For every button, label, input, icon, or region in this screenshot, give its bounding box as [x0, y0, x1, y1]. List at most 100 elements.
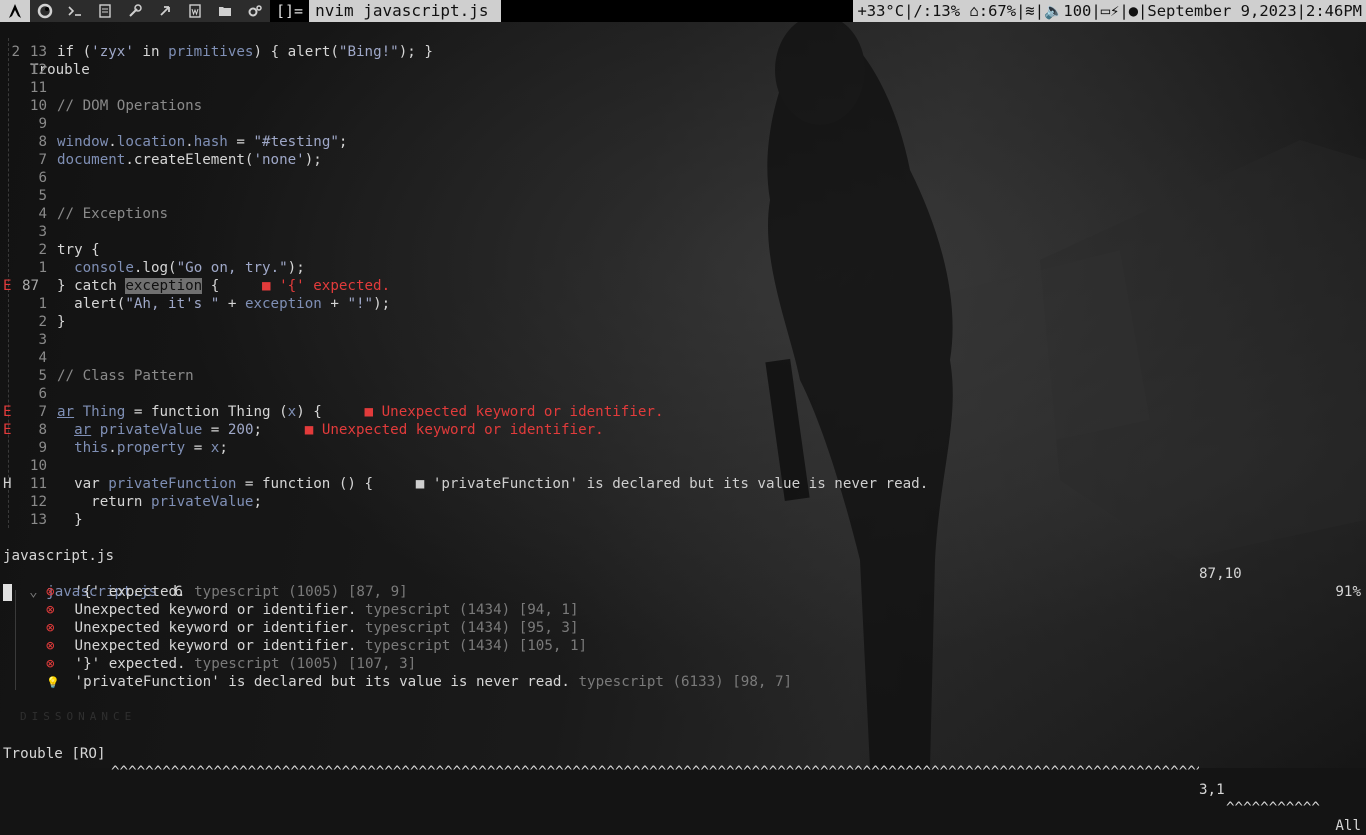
diagnostic-sign: E [3, 278, 12, 294]
code-text: if ('zyx' in primitives) { alert("Bing!"… [57, 44, 433, 60]
code-line[interactable]: 3 [0, 223, 1366, 241]
code-line[interactable]: 1 alert("Ah, it's " + exception + "!"); [0, 295, 1366, 313]
trouble-message: Unexpected keyword or identifier. [66, 620, 365, 636]
layout-indicator[interactable]: []= [270, 2, 309, 20]
code-text: // DOM Operations [57, 98, 203, 114]
trouble-item[interactable]: ⊗ '{' expected. typescript (1005) [87, 9… [46, 583, 408, 601]
top-bar: []= nvim javascript.js +33°C|/:13% ⌂:67%… [0, 0, 1366, 22]
error-icon: ⊗ [46, 620, 55, 636]
trouble-message: '{' expected. [66, 584, 195, 600]
line-number: 87 [22, 278, 40, 294]
code-line[interactable]: 9 this.property = x; [0, 439, 1366, 457]
trouble-item[interactable]: ⊗ Unexpected keyword or identifier. type… [46, 637, 587, 655]
code-text: } [57, 314, 66, 330]
code-line[interactable]: 5 // Class Pattern [0, 367, 1366, 385]
trouble-status-fill2: ^^^^^^^^^^^ [1226, 800, 1320, 816]
trouble-source: typescript (1005) [87, 9] [194, 584, 408, 600]
trouble-item[interactable]: 💡 'privateFunction' is declared but its … [46, 673, 792, 691]
workspace-button-3[interactable] [60, 0, 90, 22]
code-line[interactable]: 10 // DOM Operations [0, 97, 1366, 115]
line-number: 13 [29, 512, 47, 528]
code-line[interactable]: E 7 ar Thing = function Thing (x) { ■ Unex… [0, 403, 1366, 421]
workspace-button-5[interactable] [120, 0, 150, 22]
code-text: return privateValue; [57, 494, 263, 510]
workspace-list [0, 0, 270, 22]
code-line[interactable]: 2} [0, 313, 1366, 331]
trouble-message: 'privateFunction' is declared but its va… [66, 674, 579, 690]
code-icon [157, 3, 173, 19]
code-line[interactable]: 11 [0, 79, 1366, 97]
code-line[interactable]: 4 [0, 349, 1366, 367]
trouble-source: typescript (1005) [107, 3] [194, 656, 417, 672]
code-text: try { [57, 242, 100, 258]
code-line[interactable]: 1 console.log("Go on, try."); [0, 259, 1366, 277]
code-text: window.location.hash = "#testing"; [57, 134, 348, 150]
code-line[interactable]: H 11 var privateFunction = function () { … [0, 475, 1366, 493]
tools-icon [127, 3, 143, 19]
line-number: 8 [38, 134, 47, 150]
code-line[interactable]: 4 // Exceptions [0, 205, 1366, 223]
folder-icon [217, 3, 233, 19]
code-text: // Exceptions [57, 206, 169, 222]
code-line[interactable]: E 87} catch exception { ■ '{' expected. [0, 277, 1366, 295]
gears-icon [247, 3, 263, 19]
code-line[interactable]: 12 return privateValue; [0, 493, 1366, 511]
line-number: 1 [38, 260, 47, 276]
code-line[interactable]: 8 window.location.hash = "#testing"; [0, 133, 1366, 151]
trouble-status-fill: ^^^^^^^^^^^^^^^^^^^^^^^^^^^^^^^^^^^^^^^^… [111, 764, 1199, 780]
code-text: var privateFunction = function () { ■ 'p… [57, 476, 929, 492]
firefox-icon [37, 3, 53, 19]
trouble-status-position: 3,1 [1199, 782, 1225, 798]
code-line[interactable]: E8 ar privateValue = 200; ■ Unexpected k… [0, 421, 1366, 439]
line-number: 3 [38, 224, 47, 240]
trouble-item[interactable]: ⊗ Unexpected keyword or identifier. type… [46, 619, 579, 637]
trouble-source: typescript (1434) [95, 3] [364, 620, 579, 636]
document-icon [97, 3, 113, 19]
code-text: document.createElement('none'); [57, 152, 322, 168]
trouble-statusline: Trouble [RO] ^^^^^^^^^^^^^^^^^^^^^^^^^^^… [0, 727, 1366, 834]
error-icon: ⊗ [46, 602, 55, 618]
code-line[interactable]: 7 document.createElement('none'); [0, 151, 1366, 169]
lightbulb-icon: 💡 [46, 676, 60, 689]
trouble-file-group[interactable]: ⌄ javascript.js 6 [12, 565, 183, 600]
editor-statusline: javascript.js 87,10 91% [0, 529, 1366, 600]
line-number: 6 [38, 386, 47, 402]
trouble-source: typescript (6133) [98, 7] [578, 674, 793, 690]
trouble-item[interactable]: ⊗ '}' expected. typescript (1005) [107, … [46, 655, 416, 673]
editor-header: 2 Trouble [0, 25, 1366, 78]
code-text: ar privateValue = 200; ■ Unexpected keyw… [74, 422, 604, 438]
line-number: 10 [29, 458, 47, 474]
line-number: 12 [29, 494, 47, 510]
line-number: 2 [38, 242, 47, 258]
code-text: console.log("Go on, try."); [74, 260, 305, 276]
workspace-button-2[interactable] [30, 0, 60, 22]
workspace-button-4[interactable] [90, 0, 120, 22]
code-line[interactable]: 12 [0, 61, 1366, 79]
code-text: // Class Pattern [57, 368, 194, 384]
window-title: nvim javascript.js [309, 0, 502, 22]
code-line[interactable]: 13 } [0, 511, 1366, 529]
code-line[interactable]: 3 [0, 331, 1366, 349]
line-number: 8 [38, 422, 47, 438]
code-line[interactable]: 6 [0, 169, 1366, 187]
trouble-item[interactable]: ⊗ Unexpected keyword or identifier. type… [46, 601, 579, 619]
line-number: 12 [29, 62, 47, 78]
trouble-source: typescript (1434) [94, 1] [364, 602, 579, 618]
line-number: 9 [38, 440, 47, 456]
code-line[interactable]: 2 try { [0, 241, 1366, 259]
code-line[interactable]: 6 [0, 385, 1366, 403]
code-line[interactable]: 10 [0, 457, 1366, 475]
code-line[interactable]: 9 [0, 115, 1366, 133]
workspace-button-8[interactable] [210, 0, 240, 22]
code-line[interactable]: 13 if ('zyx' in primitives) { alert("Bing… [0, 43, 1366, 61]
workspace-button-7[interactable] [180, 0, 210, 22]
line-number: 10 [29, 98, 47, 114]
workspace-button-1[interactable] [0, 0, 30, 22]
workspace-button-6[interactable] [150, 0, 180, 22]
code-line[interactable]: 5 [0, 187, 1366, 205]
line-number: 13 [29, 44, 47, 60]
workspace-button-9[interactable] [240, 0, 270, 22]
trouble-guide [15, 590, 16, 690]
error-icon: ⊗ [46, 584, 55, 600]
cursor [3, 584, 12, 601]
